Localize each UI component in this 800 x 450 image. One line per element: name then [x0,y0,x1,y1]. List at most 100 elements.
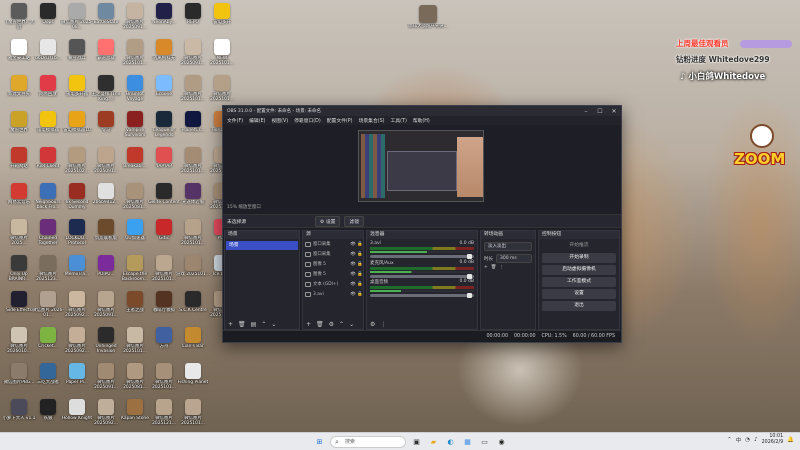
terminal-icon[interactable]: ▭ [478,435,491,448]
transitions-dock: 转场动画 淡入淡出 时长 300 ms + 🗑 ⋮ [480,230,536,330]
start-virtual-cam-button[interactable]: 启动虚拟摄像机 [542,265,616,275]
start-icon[interactable]: ⊞ [313,435,326,448]
minimize-icon[interactable]: – [579,108,593,115]
network-icon[interactable]: ◔ [745,437,750,443]
menu-item[interactable]: 场景集合(S) [359,117,385,124]
photos-icon[interactable]: ▦ [461,435,474,448]
app-icon [11,183,27,199]
clock[interactable]: 10:01 2026/2/9 [762,434,784,446]
gear-icon[interactable]: ⚙ [370,321,375,328]
preview-zoom-label[interactable]: 15% 缩放至窗口 [227,204,261,210]
source-item-label: 图像 5 [313,272,326,277]
app-icon [185,111,201,127]
filter-icon[interactable]: ▤ [251,321,257,328]
app-icon [156,39,172,55]
transition-select[interactable]: 淡入淡出 [484,242,532,251]
source-item[interactable]: 窗口采集 👁 🔒 [303,239,363,249]
desktop-icon[interactable]: 雷电多开 [206,3,238,37]
volume-slider-knob[interactable] [467,293,472,298]
volume-slider-knob[interactable] [467,254,472,259]
more-icon[interactable]: ⋮ [500,265,505,270]
mixer-channel-list: 3.avi 0.0 dB 麦克风/Aux 0.0 dB 桌面音频 0.0 dB [367,239,477,298]
app-icon [156,363,172,379]
visibility-lock-icon[interactable]: 👁 🔒 [350,282,363,287]
desktop-icon[interactable]: NEW 2025101... [206,39,238,73]
volume-slider[interactable] [370,274,474,279]
settings-button[interactable]: 设置 [542,289,616,299]
obs-titlebar[interactable]: OBS 31.0.0 - 配置文件: 未命名 - 场景: 未命名 – ☐ ✕ [223,106,621,116]
start-record-button[interactable]: 开始录制 [542,253,616,263]
desktop-icon[interactable]: Fishing Planet [177,363,209,397]
trash-icon[interactable]: 🗑 [316,321,324,328]
source-item[interactable]: 3.avi 👁 🔒 [303,289,363,299]
up-icon[interactable]: ⌃ [261,321,266,328]
volume-slider[interactable] [370,254,474,259]
desktop-icon[interactable]: 微信图片 2025101... [206,75,238,109]
notification-icon[interactable]: 🔔 [787,437,794,443]
menu-item[interactable]: 帮助(H) [413,117,430,124]
app-icon [156,3,172,19]
trash-icon[interactable]: 🗑 [491,265,497,270]
desktop-icon[interactable]: 微信图片 2025101... [177,399,209,433]
app-icon [11,39,27,55]
exit-button[interactable]: 退出 [542,301,616,311]
menu-item[interactable]: 视图(V) [271,117,288,124]
visibility-lock-icon[interactable]: 👁 🔒 [350,262,363,267]
sources-dock: 源 窗口采集 👁 🔒 窗口采集 👁 🔒 图像 5 👁 🔒 图像 5 👁 🔒 文本 (GDI+) 👁… [302,230,364,330]
source-settings-button[interactable]: ⚙ 设置 [315,215,341,227]
desktop-icon[interactable]: Lian's Bar [177,327,209,361]
source-item[interactable]: 文本 (GDI+) 👁 🔒 [303,279,363,289]
down-icon[interactable]: ⌄ [349,321,354,328]
add-icon[interactable]: + [484,265,488,270]
visibility-lock-icon[interactable]: 👁 🔒 [350,292,363,297]
source-item[interactable]: 图像 5 👁 🔒 [303,259,363,269]
task-view-icon[interactable]: ▣ [410,435,423,448]
scene-item[interactable]: 场景 [226,241,298,250]
close-icon[interactable]: ✕ [607,108,621,115]
app-icon [156,327,172,343]
visibility-lock-icon[interactable]: 👁 🔒 [350,252,363,257]
volume-icon[interactable]: ♪ [754,437,758,443]
app-icon [69,363,85,379]
app-icon [127,291,143,307]
scenes-dock-title: 场景 [225,231,299,239]
app-icon [98,219,114,235]
gear-icon[interactable]: ⚙ [329,321,334,328]
source-item[interactable]: 图像 5 👁 🔒 [303,269,363,279]
taskbar-search[interactable]: 搜索 [330,435,406,448]
obs-preview[interactable] [358,130,484,202]
tray-chevron-icon[interactable]: ⌃ [727,437,732,443]
app-icon [69,291,85,307]
start-stream-button[interactable]: 开始推流 [542,241,616,251]
app-icon [185,3,201,19]
visibility-lock-icon[interactable]: 👁 🔒 [350,242,363,247]
obs-status-bar: 00:00:00 00:00:00 CPU: 1.5% 60.00 / 60.0… [223,330,621,342]
source-filters-button[interactable]: 滤镜 [344,215,365,227]
visibility-lock-icon[interactable]: 👁 🔒 [350,272,363,277]
source-item[interactable]: 窗口采集 👁 🔒 [303,249,363,259]
app-icon [127,363,143,379]
obs-icon[interactable]: ◉ [495,435,508,448]
trash-icon[interactable]: 🗑 [238,321,246,328]
menu-item[interactable]: 工具(T) [391,117,407,124]
duration-input[interactable]: 300 ms [496,254,532,263]
studio-mode-button[interactable]: 工作室模式 [542,277,616,287]
up-icon[interactable]: ⌃ [339,321,344,328]
menu-item[interactable]: 配置文件(P) [327,117,353,124]
app-icon [156,75,172,91]
file-explorer-icon[interactable]: ▰ [427,435,440,448]
menu-item[interactable]: 停靠窗口(D) [294,117,321,124]
add-icon[interactable]: + [228,321,233,328]
more-icon[interactable]: ⋮ [380,321,386,328]
volume-slider[interactable] [370,293,474,298]
ime-indicator[interactable]: 中 [736,436,742,444]
maximize-icon[interactable]: ☐ [593,108,607,115]
add-icon[interactable]: + [306,321,311,328]
mixer-dock-title: 混音器 [367,231,477,239]
edge-icon[interactable]: ◐ [444,435,457,448]
menu-item[interactable]: 编辑(E) [249,117,265,124]
desktop-icon-right[interactable]: 咖啡大战跑户突突... [408,5,448,41]
down-icon[interactable]: ⌄ [271,321,276,328]
menu-item[interactable]: 文件(F) [227,117,243,124]
volume-slider-knob[interactable] [467,274,472,279]
